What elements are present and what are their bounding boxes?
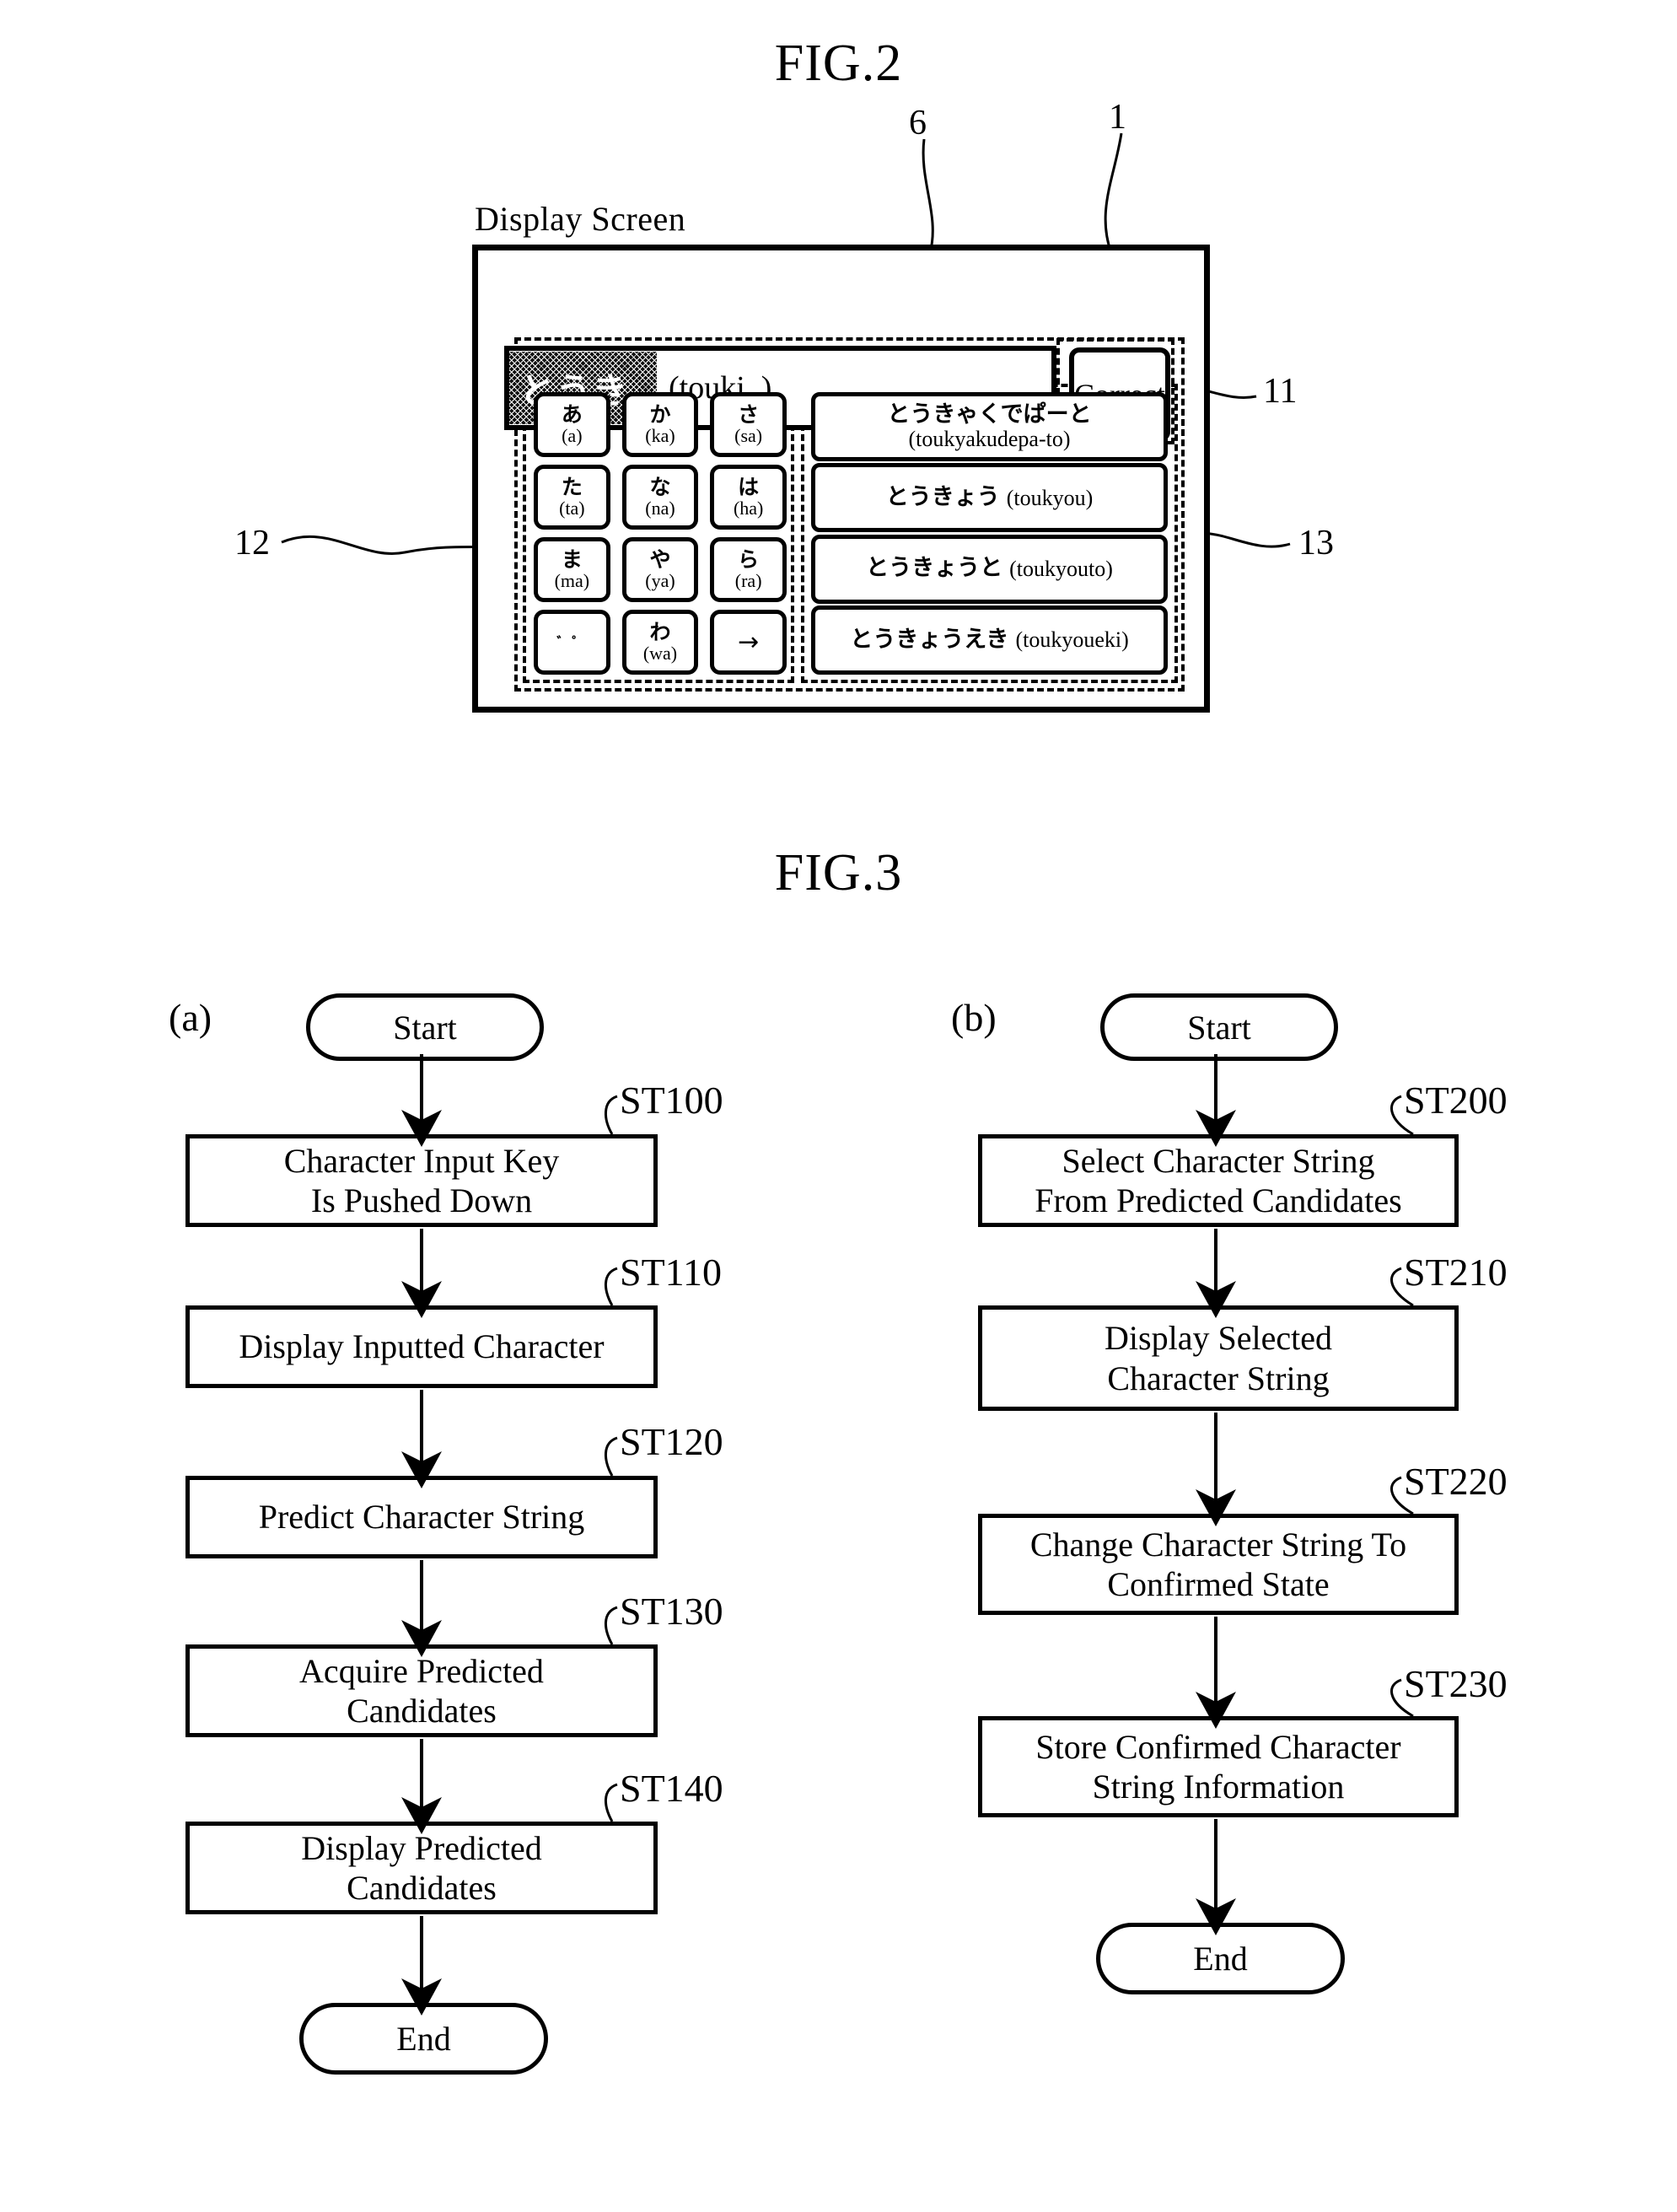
flowchart-connectors [401,1054,1414,2016]
